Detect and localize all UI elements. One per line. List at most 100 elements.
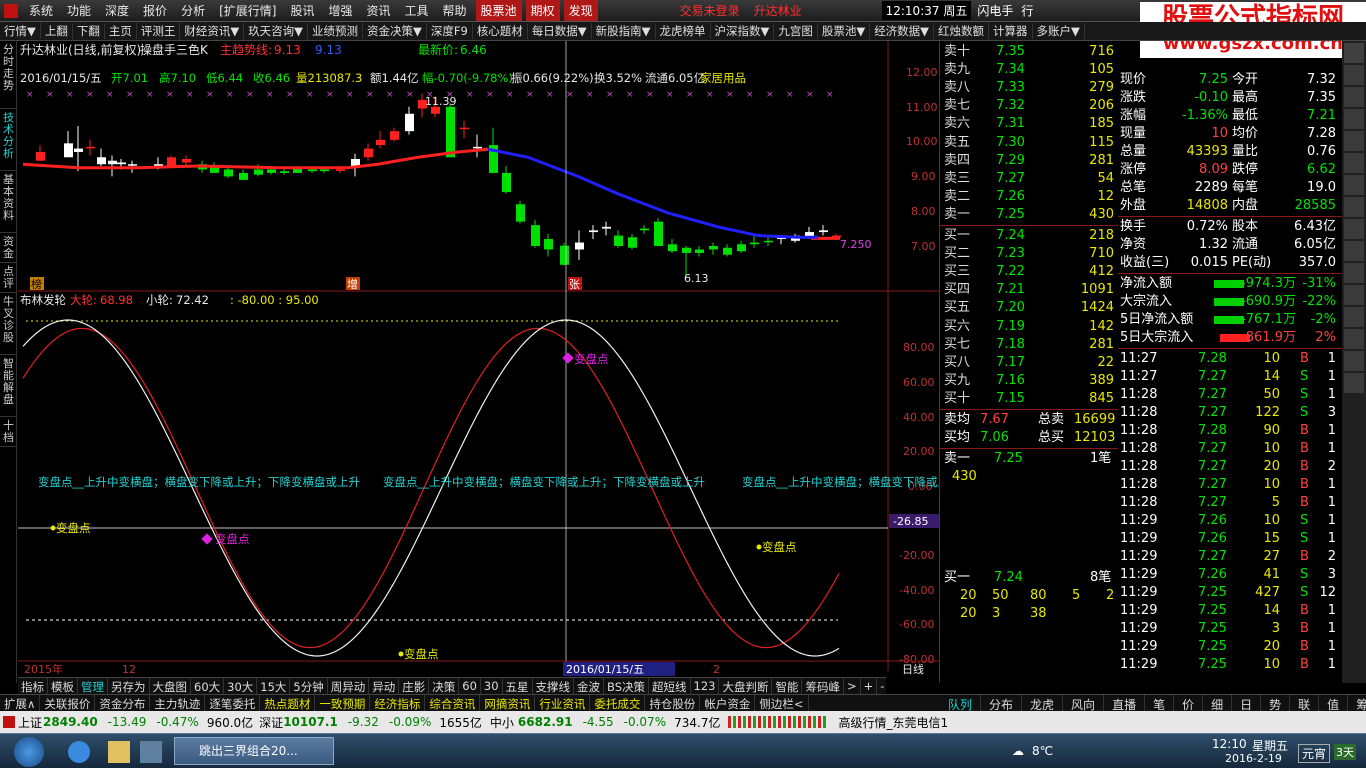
buy-level-row[interactable]: 买七 7.18 281 [940, 336, 1118, 354]
toolbar-multi-account[interactable]: 多账户▼ [1033, 23, 1085, 39]
tab-diagnosis[interactable]: 牛叉诊股 [0, 293, 17, 355]
right-tab-8[interactable]: 日 [1232, 695, 1262, 711]
tool-icon[interactable] [1344, 65, 1364, 85]
sell-level-row[interactable]: 卖一 7.25 430 [940, 206, 1118, 224]
toolbar-stock-pool[interactable]: 股票池▼ [818, 23, 871, 39]
indicator-tab-11[interactable]: 庄影 [399, 678, 430, 694]
extension-tab-14[interactable]: 侧边栏< [755, 695, 809, 711]
right-tab-1[interactable]: 分布 [981, 695, 1023, 711]
menu-quote[interactable]: 报价 [136, 2, 174, 19]
tool-icon[interactable] [1344, 131, 1364, 151]
flash-trade-button[interactable]: 闪电手 [977, 2, 1013, 19]
menu-help[interactable]: 帮助 [436, 2, 474, 19]
ime-indicator[interactable]: 元宵 [1298, 744, 1331, 763]
indicator-tab-3[interactable]: 另存为 [108, 678, 150, 694]
extension-tab-10[interactable]: 行业资讯 [535, 695, 591, 711]
indicator-tab-21[interactable]: 大盘判断 [719, 678, 773, 694]
explorer-icon[interactable] [108, 741, 130, 763]
indicator-tab-22[interactable]: 智能 [772, 678, 803, 694]
indicator-tab-23[interactable]: 筹码峰 [802, 678, 844, 694]
tool-icon[interactable] [1344, 175, 1364, 195]
menu-function[interactable]: 功能 [60, 2, 98, 19]
tool-icon[interactable] [1344, 285, 1364, 305]
indicator-tab-24[interactable]: > [844, 678, 861, 694]
right-tab-6[interactable]: 价 [1174, 695, 1204, 711]
right-tab-3[interactable]: 风向 [1063, 695, 1105, 711]
sell-level-row[interactable]: 卖三 7.27 54 [940, 170, 1118, 188]
scroll-up-icon[interactable] [1344, 43, 1364, 63]
indicator-tab-10[interactable]: 异动 [369, 678, 400, 694]
sell-level-row[interactable]: 卖二 7.26 12 [940, 188, 1118, 206]
tool-icon[interactable] [1344, 197, 1364, 217]
tab-fundamentals[interactable]: 基本资料 [0, 171, 17, 233]
toolbar-nine-grid[interactable]: 九宫图 [774, 23, 818, 39]
indicator-tab-0[interactable]: 指标 [18, 678, 48, 694]
toolbar-home[interactable]: 主页 [105, 23, 137, 39]
extension-tab-9[interactable]: 网摘资讯 [480, 695, 536, 711]
menu-analysis[interactable]: 分析 [174, 2, 212, 19]
menu-system[interactable]: 系统 [22, 2, 60, 19]
taskbar-window-button[interactable]: 跳出三界组合20... [174, 737, 334, 765]
indicator-tab-2[interactable]: 管理 [78, 678, 108, 694]
toolbar-index[interactable]: 沪深指数▼ [711, 23, 775, 39]
extension-tab-8[interactable]: 综合资讯 [425, 695, 481, 711]
tool-icon[interactable] [1344, 153, 1364, 173]
sell-level-row[interactable]: 卖五 7.30 115 [940, 134, 1118, 152]
chart-area[interactable]: 升达林业(日线,前复权) 操盘手三色K 主趋势线: 9.13 9.13 最新价:… [18, 41, 1064, 683]
sell-level-row[interactable]: 卖六 7.31 185 [940, 115, 1118, 133]
tab-smart-analysis[interactable]: 智能解盘 [0, 355, 17, 417]
indicator-tab-9[interactable]: 周异动 [328, 678, 370, 694]
toolbar-dragon-tiger[interactable]: 龙虎榜单 [656, 23, 711, 39]
indicator-tab-17[interactable]: 金波 [574, 678, 605, 694]
extension-tab-13[interactable]: 帐户资金 [700, 695, 756, 711]
sell-level-row[interactable]: 卖四 7.29 281 [940, 152, 1118, 170]
indicator-tab-1[interactable]: 模板 [48, 678, 78, 694]
indicator-tab-26[interactable]: - [877, 678, 886, 694]
trade-status[interactable]: 交易未登录 [680, 2, 740, 19]
tool-icon[interactable] [1344, 307, 1364, 327]
indicator-tab-8[interactable]: 5分钟 [290, 678, 328, 694]
indicator-tab-19[interactable]: 超短线 [649, 678, 691, 694]
indicator-tab-12[interactable]: 决策 [429, 678, 460, 694]
tool-icon[interactable] [1344, 373, 1364, 393]
extension-tab-2[interactable]: 资金分布 [95, 695, 151, 711]
toolbar-red-candle[interactable]: 红烛数额 [934, 23, 990, 39]
indicator-tab-4[interactable]: 大盘图 [150, 678, 191, 694]
tool-icon[interactable] [1344, 263, 1364, 283]
right-tab-9[interactable]: 势 [1261, 695, 1291, 711]
buy-level-row[interactable]: 买四 7.21 1091 [940, 281, 1118, 299]
right-tab-11[interactable]: 值 [1319, 695, 1349, 711]
extension-tab-12[interactable]: 持仓股份 [645, 695, 701, 711]
extension-tab-6[interactable]: 一致预期 [315, 695, 371, 711]
extension-tab-1[interactable]: 关联报价 [40, 695, 96, 711]
menu-enhance[interactable]: 增强 [321, 2, 359, 19]
right-tab-10[interactable]: 联 [1290, 695, 1320, 711]
right-tab-2[interactable]: 龙虎 [1022, 695, 1064, 711]
toolbar-fund-decision[interactable]: 资金决策▼ [363, 23, 427, 39]
buy-level-row[interactable]: 买十 7.15 845 [940, 390, 1118, 408]
indicator-tab-15[interactable]: 五星 [503, 678, 533, 694]
menu-tools[interactable]: 工具 [398, 2, 436, 19]
indicator-tab-25[interactable]: + [861, 678, 878, 694]
toolbar-core-theme[interactable]: 核心题材 [473, 23, 528, 39]
toolbar-quote[interactable]: 行情▼ [0, 23, 41, 39]
toolbar-calculator[interactable]: 计算器 [989, 23, 1033, 39]
toolbar-forecast[interactable]: 业绩预测 [308, 23, 364, 39]
tab-ten-levels[interactable]: 十档 [0, 417, 17, 447]
indicator-tab-7[interactable]: 15大 [257, 678, 291, 694]
extension-tab-0[interactable]: 扩展∧ [0, 695, 41, 711]
toolbar-page-down[interactable]: 下翻 [73, 23, 105, 39]
sell-level-row[interactable]: 卖八 7.33 279 [940, 79, 1118, 97]
toolbar-economic-data[interactable]: 经济数据▼ [870, 23, 935, 39]
menu-stock-pool[interactable]: 股票池 [475, 0, 522, 21]
tab-review[interactable]: 点评 [0, 263, 17, 293]
toolbar-daily-data[interactable]: 每日数据▼ [528, 23, 592, 39]
sz-label[interactable]: 深证 [259, 714, 283, 731]
tool-icon[interactable] [1344, 351, 1364, 371]
start-button-icon[interactable] [14, 737, 44, 767]
ie-icon[interactable] [68, 741, 90, 763]
tab-funds[interactable]: 资金 [0, 233, 17, 263]
extension-tab-11[interactable]: 委托成交 [590, 695, 646, 711]
indicator-tab-13[interactable]: 60 [459, 678, 481, 694]
tool-icon[interactable] [1344, 109, 1364, 129]
